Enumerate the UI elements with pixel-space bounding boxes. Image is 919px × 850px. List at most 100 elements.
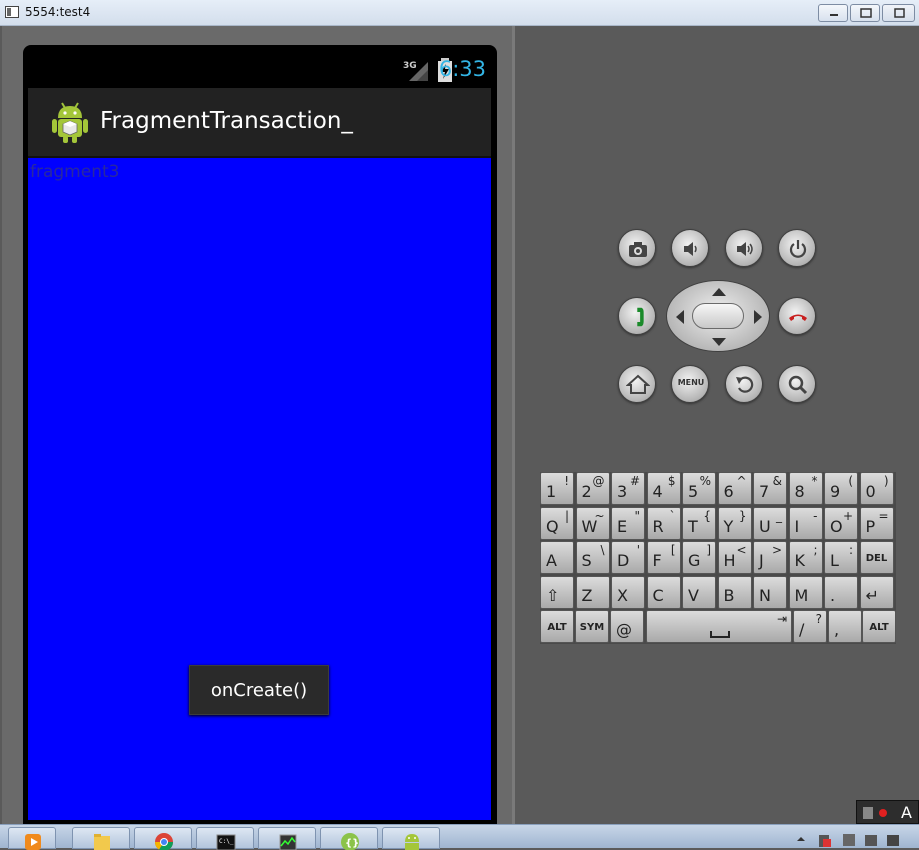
key-row4-8[interactable]: . <box>824 576 858 609</box>
maximize-button[interactable] <box>850 4 880 22</box>
home-button[interactable] <box>618 365 656 403</box>
key-row3-6[interactable]: J > <box>753 541 787 574</box>
key-row3-1[interactable]: S \ <box>575 541 610 574</box>
volume-up-button[interactable] <box>725 229 763 267</box>
window-title: 5554:test4 <box>25 5 91 19</box>
key-row1-0[interactable]: 1! <box>540 472 574 505</box>
key-label: R <box>652 517 664 536</box>
taskbar-media-player[interactable] <box>8 827 56 850</box>
taskbar-android[interactable] <box>382 827 440 850</box>
key-sub-label: ` <box>669 509 676 523</box>
key-row1-2[interactable]: 3 # <box>611 472 645 505</box>
key-row4-3[interactable]: C <box>646 576 681 609</box>
key-row1-8[interactable]: 9( <box>824 472 858 505</box>
end-call-icon <box>789 314 807 321</box>
key-row2-8[interactable]: O + <box>824 507 858 540</box>
key-row3-9[interactable]: DEL <box>859 541 894 574</box>
dpad-down-icon[interactable] <box>711 337 727 347</box>
key-space[interactable]: ⇥ <box>646 610 792 643</box>
key-row2-9[interactable]: P = <box>859 507 894 540</box>
minimize-button[interactable] <box>818 4 848 22</box>
key-row3-7[interactable]: K; <box>788 541 823 574</box>
key-row1-5[interactable]: 6 ^ <box>717 472 752 505</box>
key-label: 7 <box>759 482 770 501</box>
key-sub-label: @ <box>592 474 605 488</box>
windows-taskbar: C:\_ {} <box>0 824 919 850</box>
key-sub-label: { <box>703 509 711 523</box>
key-at[interactable]: @ <box>610 610 644 643</box>
key-row4-5[interactable]: B <box>717 576 752 609</box>
back-button[interactable] <box>725 365 763 403</box>
key-sub-label: ; <box>813 543 818 557</box>
taskbar-app[interactable]: {} <box>320 827 378 850</box>
app-icon: {} <box>341 833 359 850</box>
taskbar-file-explorer[interactable] <box>72 827 130 850</box>
key-row2-2[interactable]: E " <box>611 507 645 540</box>
key-slash[interactable]: / ? <box>793 610 827 643</box>
dpad[interactable] <box>666 280 770 352</box>
key-row4-2[interactable]: X <box>611 576 645 609</box>
key-row1-4[interactable]: 5% <box>682 472 716 505</box>
taskbar-task-manager[interactable] <box>258 827 316 850</box>
key-row2-4[interactable]: T{ <box>682 507 716 540</box>
android-app-icon[interactable] <box>50 100 90 144</box>
key-row4-1[interactable]: Z <box>575 576 610 609</box>
key-row1-9[interactable]: 0) <box>859 472 894 505</box>
key-row4-6[interactable]: N <box>753 576 787 609</box>
key-label: 6 <box>723 482 734 501</box>
key-row1-6[interactable]: 7 & <box>753 472 787 505</box>
key-row4-9[interactable]: ↵ <box>859 576 894 609</box>
dpad-left-icon[interactable] <box>675 309 685 325</box>
key-row2-3[interactable]: R ` <box>646 507 681 540</box>
key-row2-0[interactable]: Q | <box>540 507 574 540</box>
key-row4-0[interactable]: ⇧ <box>540 576 574 609</box>
key-label: I <box>794 517 800 536</box>
dpad-right-icon[interactable] <box>753 309 763 325</box>
key-label: 0 <box>865 482 876 501</box>
key-comma[interactable]: , <box>828 610 862 643</box>
taskbar-command-prompt[interactable]: C:\_ <box>196 827 254 850</box>
key-row3-2[interactable]: D ' <box>611 541 645 574</box>
tray-icons[interactable] <box>795 831 915 849</box>
dpad-up-icon[interactable] <box>711 287 727 297</box>
call-button[interactable] <box>618 297 656 335</box>
key-row3-4[interactable]: G] <box>682 541 716 574</box>
key-sym[interactable]: SYM <box>575 610 609 643</box>
power-button[interactable] <box>778 229 816 267</box>
media-player-icon <box>25 834 41 850</box>
key-label: F <box>652 551 662 570</box>
key-row2-6[interactable]: U _ <box>753 507 787 540</box>
key-row1-3[interactable]: 4 $ <box>646 472 681 505</box>
home-icon <box>626 374 650 394</box>
key-row4-4[interactable]: V <box>682 576 716 609</box>
language-bar[interactable]: A <box>856 800 919 824</box>
menu-button[interactable]: MENU <box>671 365 709 403</box>
key-row2-1[interactable]: W ~ <box>575 507 610 540</box>
key-alt-right-label: ALT <box>869 622 889 633</box>
language-bar-icon <box>863 807 887 819</box>
key-row2-7[interactable]: I- <box>788 507 823 540</box>
dpad-center-button[interactable] <box>692 303 744 329</box>
taskbar-chrome[interactable] <box>134 827 192 850</box>
key-alt-right[interactable]: ALT <box>862 610 896 643</box>
end-call-button[interactable] <box>778 297 816 335</box>
volume-down-button[interactable] <box>671 229 709 267</box>
key-sub-label: \ <box>600 543 605 557</box>
camera-button[interactable] <box>618 229 656 267</box>
key-row4-7[interactable]: M <box>788 576 823 609</box>
close-button[interactable] <box>882 4 915 22</box>
toast-message: onCreate() <box>189 665 329 715</box>
key-slash-label: / <box>799 620 805 639</box>
key-row3-8[interactable]: L: <box>824 541 858 574</box>
key-row3-0[interactable]: A <box>540 541 574 574</box>
status-clock: 6:33 <box>438 57 486 81</box>
key-row3-5[interactable]: H < <box>717 541 752 574</box>
key-label: Q <box>546 517 559 536</box>
search-button[interactable] <box>778 365 816 403</box>
key-row3-3[interactable]: F[ <box>646 541 681 574</box>
key-row1-1[interactable]: 2 @ <box>575 472 610 505</box>
key-row1-7[interactable]: 8 * <box>788 472 823 505</box>
key-alt-left[interactable]: ALT <box>540 610 574 643</box>
key-row2-5[interactable]: Y} <box>717 507 752 540</box>
fragment-container[interactable]: fragment3 onCreate() <box>28 158 491 820</box>
